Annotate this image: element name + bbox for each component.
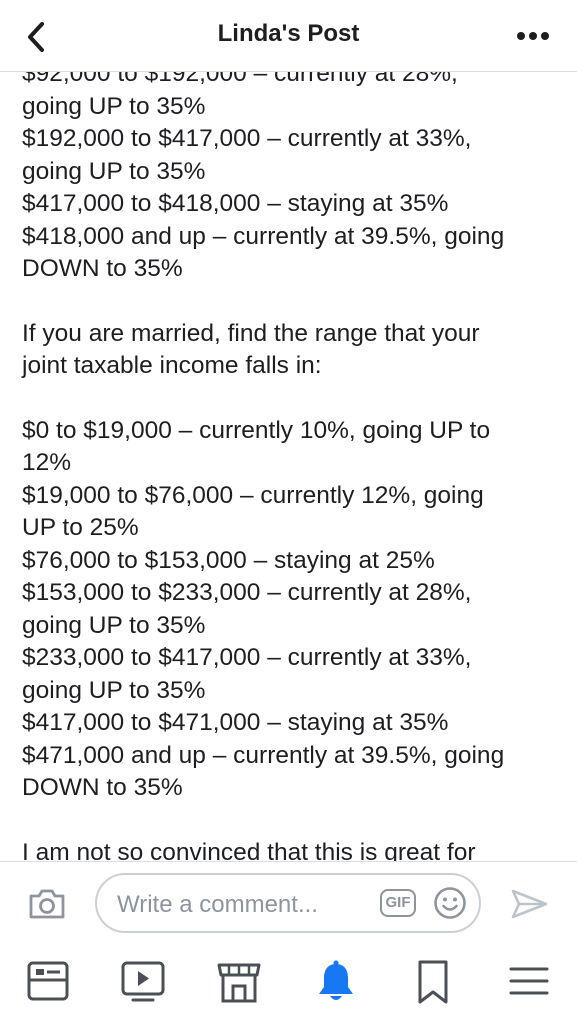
post-text-line: UP to 25% xyxy=(22,514,139,541)
post-text-line: If you are married, find the range that … xyxy=(22,319,480,347)
news-feed-icon xyxy=(27,961,69,1001)
post-text-line: $92,000 to $192,000 – currently at 28%, xyxy=(22,71,458,87)
watch-video-icon xyxy=(121,961,165,1002)
post-text-line: DOWN to 35% xyxy=(22,774,183,801)
comment-placeholder: Write a comment... xyxy=(117,891,318,918)
camera-icon xyxy=(29,889,65,919)
comment-input[interactable]: Write a comment... GIF xyxy=(95,873,481,933)
post-text-line: going UP to 35% xyxy=(22,676,206,704)
marketplace-icon xyxy=(217,963,261,1003)
send-icon xyxy=(511,889,548,919)
post-text-line: I am not so convinced that this is great… xyxy=(22,838,476,862)
tab-marketplace[interactable] xyxy=(209,959,269,1011)
post-text-line: $192,000 to $417,000 – currently at 33%, xyxy=(22,125,472,152)
post-content: $92,000 to $192,000 – currently at 28%, … xyxy=(0,71,577,861)
smiley-icon xyxy=(434,887,466,919)
send-button[interactable] xyxy=(508,886,550,922)
post-text-line: joint taxable income falls in: xyxy=(22,352,322,379)
tab-saved[interactable] xyxy=(403,959,463,1011)
more-horizontal-icon xyxy=(517,32,549,40)
post-text-line: DOWN to 35% xyxy=(22,255,183,282)
post-paragraph: $92,000 to $192,000 – currently at 28%, … xyxy=(22,71,552,286)
post-text-line: going UP to 35% xyxy=(22,611,206,639)
gif-button[interactable]: GIF xyxy=(380,889,416,917)
post-paragraph: I am not so convinced that this is great… xyxy=(22,837,552,862)
tab-notifications[interactable] xyxy=(306,959,366,1011)
post-text-line: $471,000 and up – currently at 39.5%, go… xyxy=(22,741,505,769)
menu-icon xyxy=(509,967,549,995)
bottom-tab-bar xyxy=(0,945,577,1024)
post-text-line: $76,000 to $153,000 – staying at 25% xyxy=(22,546,435,574)
post-text-line: $233,000 to $417,000 – currently at 33%, xyxy=(22,644,472,671)
post-text: $92,000 to $192,000 – currently at 28%, … xyxy=(22,71,552,861)
more-options-button[interactable] xyxy=(513,24,553,48)
tab-menu[interactable] xyxy=(499,959,559,1011)
bookmark-icon xyxy=(418,960,448,1004)
post-paragraph: $0 to $19,000 – currently 10%, going UP … xyxy=(22,415,552,805)
tab-watch[interactable] xyxy=(113,959,173,1011)
tab-news-feed[interactable] xyxy=(18,959,78,1011)
top-navigation-bar: Linda's Post xyxy=(0,0,577,72)
post-text-line: going UP to 35% xyxy=(22,92,206,120)
emoji-button[interactable] xyxy=(433,886,467,920)
post-text-line: going UP to 35% xyxy=(22,157,206,185)
post-paragraph: If you are married, find the range that … xyxy=(22,318,552,383)
post-text-line: $0 to $19,000 – currently 10%, going UP … xyxy=(22,416,491,444)
notifications-bell-icon xyxy=(319,960,353,1000)
post-text-line: $418,000 and up – currently at 39.5%, go… xyxy=(22,222,505,250)
comment-composer: Write a comment... GIF xyxy=(0,861,577,946)
post-text-line: $417,000 to $418,000 – staying at 35% xyxy=(22,190,449,217)
post-text-line: 12% xyxy=(22,449,72,476)
post-text-line: $153,000 to $233,000 – currently at 28%, xyxy=(22,579,472,606)
camera-button[interactable] xyxy=(27,886,67,922)
post-text-line: $417,000 to $471,000 – staying at 35% xyxy=(22,709,449,736)
page-title: Linda's Post xyxy=(217,20,360,47)
post-text-line: $19,000 to $76,000 – currently 12%, goin… xyxy=(22,481,484,509)
